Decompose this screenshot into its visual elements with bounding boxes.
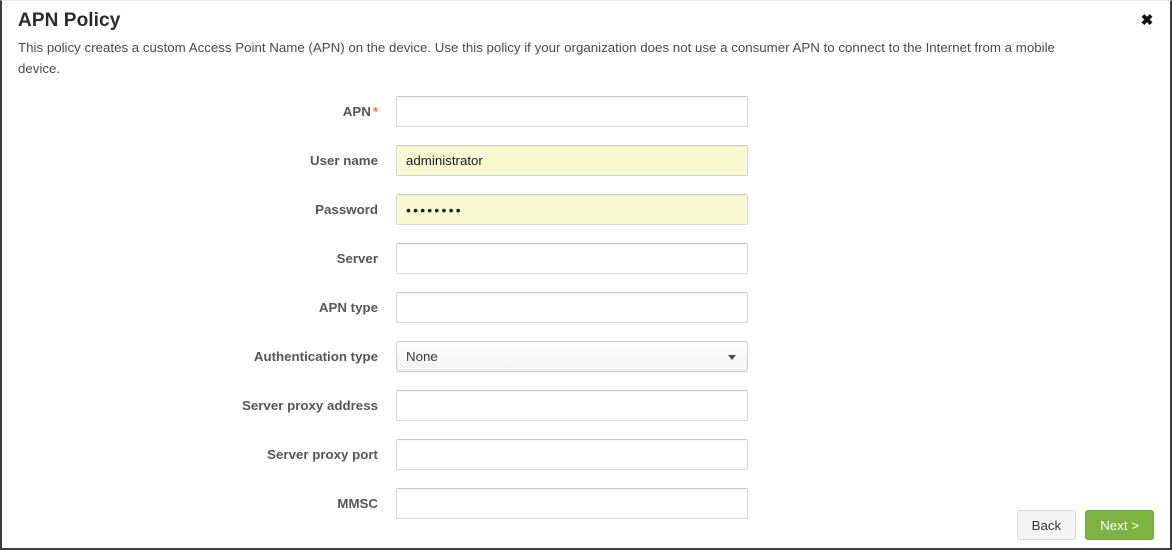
input-apn[interactable] bbox=[396, 96, 748, 127]
field-label-text: Server proxy address bbox=[242, 398, 378, 413]
label-authentication-type: Authentication type bbox=[2, 349, 396, 364]
next-button[interactable]: Next > bbox=[1085, 510, 1154, 540]
input-password[interactable] bbox=[396, 194, 748, 225]
control-wrapper bbox=[396, 439, 748, 470]
form-row: MMSC bbox=[2, 479, 1172, 528]
form-row: Password bbox=[2, 185, 1172, 234]
form-row: User name bbox=[2, 136, 1172, 185]
label-apn: APN* bbox=[2, 104, 396, 119]
input-server-proxy-address[interactable] bbox=[396, 390, 748, 421]
page-title: APN Policy bbox=[18, 9, 1154, 33]
field-label-text: Server proxy port bbox=[267, 447, 378, 462]
label-mmsc: MMSC bbox=[2, 496, 396, 511]
close-icon[interactable]: ✖ bbox=[1136, 9, 1158, 31]
field-label-text: Password bbox=[315, 202, 378, 217]
control-wrapper bbox=[396, 145, 748, 176]
dialog-header: APN Policy This policy creates a custom … bbox=[2, 1, 1170, 79]
label-server: Server bbox=[2, 251, 396, 266]
required-asterisk: * bbox=[371, 104, 378, 119]
control-wrapper bbox=[396, 488, 748, 519]
form-row: APN* bbox=[2, 87, 1172, 136]
control-wrapper bbox=[396, 194, 748, 225]
control-wrapper bbox=[396, 390, 748, 421]
apn-policy-form: APN* User name Password Server APN type Authe… bbox=[2, 87, 1172, 528]
form-row: Authentication type None bbox=[2, 332, 1172, 381]
form-row: Server proxy port bbox=[2, 430, 1172, 479]
dialog-footer: Back Next > bbox=[1017, 510, 1154, 540]
label-server-proxy-address: Server proxy address bbox=[2, 398, 396, 413]
select-authentication-type[interactable]: None bbox=[396, 341, 748, 372]
form-row: Server proxy address bbox=[2, 381, 1172, 430]
control-wrapper bbox=[396, 292, 748, 323]
back-button[interactable]: Back bbox=[1017, 510, 1077, 540]
select-selected-value: None bbox=[406, 349, 438, 364]
field-label-text: Server bbox=[337, 251, 378, 266]
form-row: Server bbox=[2, 234, 1172, 283]
form-row: APN type bbox=[2, 283, 1172, 332]
input-mmsc[interactable] bbox=[396, 488, 748, 519]
chevron-down-icon bbox=[728, 355, 736, 360]
input-server[interactable] bbox=[396, 243, 748, 274]
field-label-text: APN type bbox=[319, 300, 378, 315]
control-wrapper bbox=[396, 243, 748, 274]
input-apn-type[interactable] bbox=[396, 292, 748, 323]
label-apn-type: APN type bbox=[2, 300, 396, 315]
control-wrapper bbox=[396, 96, 748, 127]
input-server-proxy-port[interactable] bbox=[396, 439, 748, 470]
field-label-text: Authentication type bbox=[254, 349, 378, 364]
label-user-name: User name bbox=[2, 153, 396, 168]
field-label-text: APN bbox=[343, 104, 371, 119]
field-label-text: MMSC bbox=[337, 496, 378, 511]
control-wrapper: None bbox=[396, 341, 748, 372]
apn-policy-dialog: APN Policy This policy creates a custom … bbox=[0, 0, 1172, 550]
label-password: Password bbox=[2, 202, 396, 217]
policy-description: This policy creates a custom Access Poin… bbox=[18, 37, 1078, 79]
input-user-name[interactable] bbox=[396, 145, 748, 176]
label-server-proxy-port: Server proxy port bbox=[2, 447, 396, 462]
field-label-text: User name bbox=[310, 153, 378, 168]
